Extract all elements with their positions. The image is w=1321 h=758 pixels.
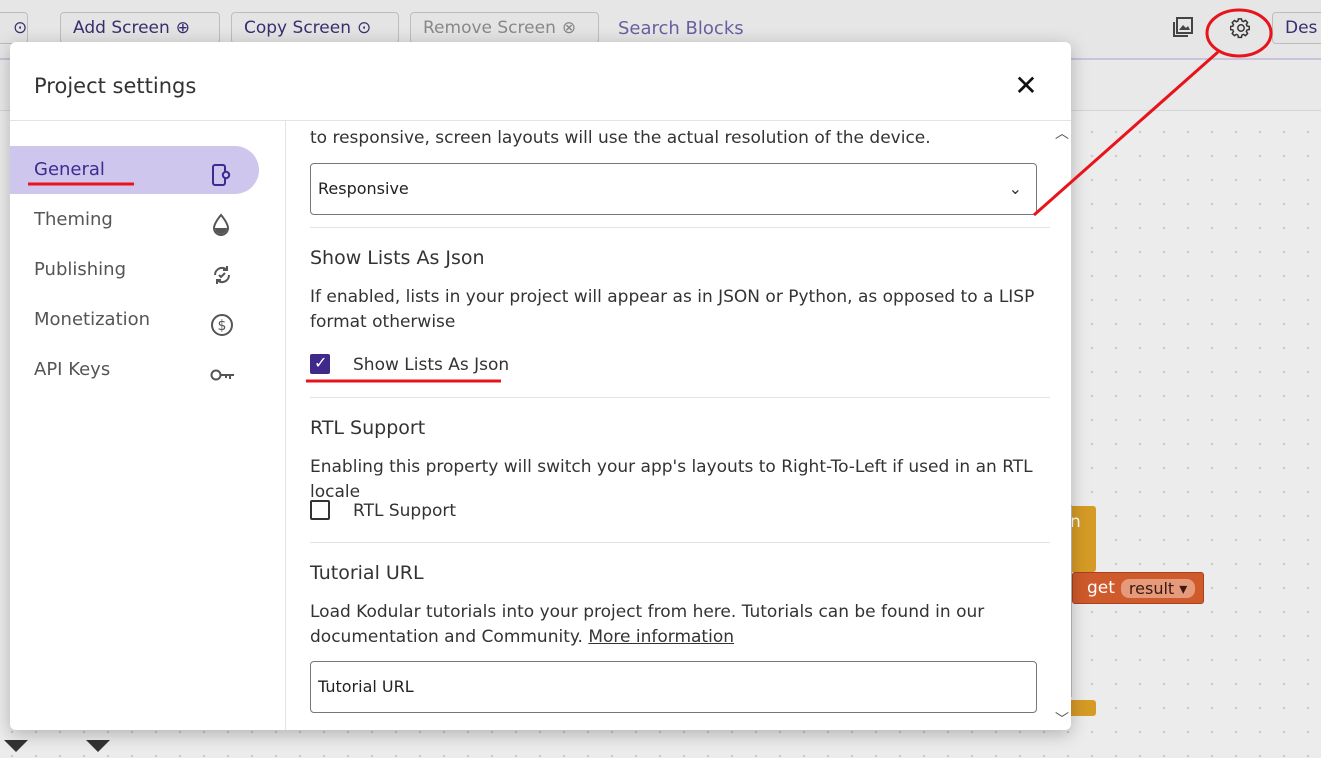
remove-screen-label: Remove Screen [423, 18, 556, 38]
variable-dropdown[interactable]: result ▾ [1120, 578, 1196, 598]
settings-sidebar: General Theming Publishing Monetization … [10, 121, 286, 730]
dollar-icon: $ [210, 308, 234, 336]
settings-content: ︿ to responsive, screen layouts will use… [286, 121, 1071, 730]
dialog-header: Project settings ✕ [10, 42, 1071, 121]
more-information-link[interactable]: More information [588, 627, 734, 647]
chevron-down-icon: ⊙ [13, 18, 28, 38]
sizing-select[interactable]: Responsive ⌄ [310, 163, 1037, 215]
copy-icon: ⊙ [356, 18, 372, 38]
scroll-up-icon[interactable]: ︿ [1055, 123, 1069, 143]
remove-screen-button[interactable]: Remove Screen ⊗ [410, 12, 599, 44]
sidebar-item-theming[interactable]: Theming [10, 196, 259, 244]
divider [310, 542, 1050, 543]
trash-marker-left [4, 740, 28, 752]
designer-button[interactable]: Des [1272, 12, 1321, 44]
rtl-checkbox[interactable] [310, 500, 330, 520]
show-lists-checkbox[interactable]: ✓ [310, 353, 330, 374]
sidebar-item-publishing[interactable]: Publishing [10, 246, 259, 294]
close-icon: ✕ [1014, 69, 1038, 102]
tutorial-url-placeholder: Tutorial URL [318, 677, 414, 696]
plus-circle-icon: ⊕ [175, 18, 191, 38]
tutorial-description-block: Load Kodular tutorials into your project… [310, 600, 1055, 650]
trash-marker-right [86, 740, 110, 752]
sidebar-item-label: API Keys [34, 359, 111, 380]
divider [310, 227, 1050, 228]
collapse-button[interactable]: ⊙ [0, 12, 28, 44]
sync-icon [210, 258, 234, 284]
rtl-description: Enabling this property will switch your … [310, 457, 1033, 502]
sidebar-item-monetization[interactable]: Monetization $ [10, 296, 259, 344]
remove-circle-icon: ⊗ [561, 18, 577, 38]
variable-name: result [1128, 578, 1175, 598]
sidebar-item-label: Theming [34, 209, 113, 230]
search-blocks-input[interactable]: Search Blocks [618, 18, 744, 39]
check-icon: ✓ [314, 353, 328, 372]
show-lists-description: If enabled, lists in your project will a… [310, 287, 1035, 332]
project-settings-dialog: Project settings ✕ General Theming Publi… [10, 42, 1071, 730]
sidebar-item-general[interactable]: General [10, 146, 259, 194]
show-lists-checkbox-label[interactable]: Show Lists As Json [353, 355, 509, 375]
rtl-checkbox-label[interactable]: RTL Support [353, 501, 456, 521]
close-button[interactable]: ✕ [1012, 72, 1040, 100]
phone-settings-icon [210, 158, 234, 186]
dialog-title: Project settings [34, 74, 197, 98]
sizing-description: to responsive, screen layouts will use t… [310, 128, 931, 148]
drop-icon [210, 208, 234, 236]
sidebar-item-label: Publishing [34, 259, 126, 280]
add-screen-label: Add Screen [73, 18, 170, 38]
divider [310, 397, 1050, 398]
scroll-down-icon[interactable]: ﹀ [1055, 709, 1069, 729]
get-label: get [1087, 578, 1115, 598]
gallery-icon[interactable] [1172, 16, 1194, 43]
sizing-selected-value: Responsive [318, 179, 409, 198]
add-screen-button[interactable]: Add Screen ⊕ [60, 12, 220, 44]
tutorial-title: Tutorial URL [310, 562, 424, 584]
copy-screen-label: Copy Screen [244, 18, 351, 38]
show-lists-title: Show Lists As Json [310, 247, 485, 269]
key-icon [210, 358, 234, 382]
get-result-block[interactable]: get result ▾ [1072, 572, 1204, 604]
tutorial-url-input[interactable]: Tutorial URL [310, 661, 1037, 713]
gear-icon[interactable] [1229, 17, 1252, 44]
designer-label: Des [1285, 18, 1318, 38]
sidebar-item-label: Monetization [34, 309, 151, 330]
rtl-title: RTL Support [310, 417, 426, 439]
svg-text:$: $ [218, 318, 227, 334]
copy-screen-button[interactable]: Copy Screen ⊙ [231, 12, 399, 44]
sidebar-item-label: General [34, 159, 105, 180]
chevron-down-icon: ⌄ [1008, 179, 1022, 198]
sidebar-item-api-keys[interactable]: API Keys [10, 346, 259, 394]
